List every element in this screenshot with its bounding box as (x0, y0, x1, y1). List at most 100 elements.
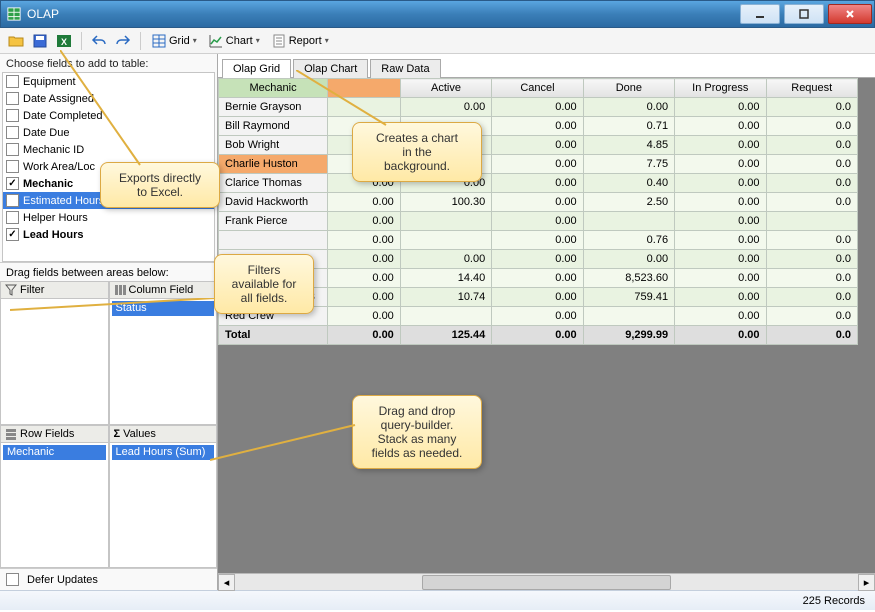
filter-area[interactable] (0, 299, 109, 425)
tab-olap-grid[interactable]: Olap Grid (222, 59, 291, 78)
row-label[interactable] (219, 250, 328, 269)
report-dropdown[interactable]: Report ▾ (268, 31, 333, 51)
row-label[interactable]: Red Crew (219, 307, 328, 326)
row-label[interactable]: Charlie Huston (219, 155, 328, 174)
field-checkbox[interactable] (6, 126, 19, 139)
grid-cell[interactable]: 0.0 (766, 136, 858, 155)
defer-updates-checkbox[interactable] (6, 573, 19, 586)
field-row[interactable]: Mechanic ID (3, 141, 214, 158)
field-row[interactable]: Work Area/Loc (3, 158, 214, 175)
undo-icon[interactable] (89, 31, 109, 51)
grid-cell[interactable] (328, 136, 401, 155)
grid-cell[interactable]: 0.00 (675, 155, 766, 174)
field-checkbox[interactable] (6, 92, 19, 105)
grid-cell[interactable] (400, 231, 491, 250)
grid-cell[interactable]: 0.00 (675, 231, 766, 250)
grid-cell[interactable] (328, 98, 401, 117)
field-checkbox[interactable] (6, 75, 19, 88)
grid-cell[interactable]: 0.0 (766, 155, 858, 174)
column-area[interactable]: Status (109, 299, 218, 425)
row-label[interactable]: Bernie Grayson (219, 98, 328, 117)
grid-cell[interactable]: 0.76 (583, 231, 674, 250)
grid-cell[interactable] (328, 155, 401, 174)
grid-cell[interactable]: 2.50 (583, 193, 674, 212)
grid-cell[interactable]: 0.00 (675, 136, 766, 155)
olap-grid[interactable]: MechanicActiveCancelDoneIn ProgressReque… (218, 78, 858, 345)
field-row[interactable]: Helper Hours (3, 209, 214, 226)
scroll-left-button[interactable]: ◂ (218, 574, 235, 591)
grid-cell[interactable]: 0.00 (675, 98, 766, 117)
grid-cell[interactable]: 0.00 (328, 307, 401, 326)
grid-cell[interactable]: 0.0 (766, 98, 858, 117)
grid-cell[interactable]: 0.00 (675, 117, 766, 136)
column-drop-zone[interactable] (328, 79, 401, 98)
field-checkbox[interactable]: ✓ (6, 228, 19, 241)
maximize-button[interactable] (784, 4, 824, 24)
field-checkbox[interactable]: ✓ (6, 177, 19, 190)
redo-icon[interactable] (113, 31, 133, 51)
grid-cell[interactable]: 0.00 (492, 155, 583, 174)
row-label[interactable] (219, 231, 328, 250)
grid-cell[interactable] (400, 212, 491, 231)
grid-cell[interactable]: 0.00 (492, 250, 583, 269)
grid-cell[interactable]: 0.00 (675, 250, 766, 269)
grid-cell[interactable]: 0.00 (328, 193, 401, 212)
mechanic-header[interactable]: Mechanic (219, 79, 328, 98)
grid-cell[interactable]: 0.0 (766, 117, 858, 136)
values-tag-leadhours[interactable]: Lead Hours (Sum) (112, 445, 215, 460)
grid-cell[interactable] (400, 136, 491, 155)
grid-cell[interactable]: 0.00 (492, 117, 583, 136)
grid-cell[interactable]: 0.00 (492, 136, 583, 155)
close-button[interactable] (828, 4, 872, 24)
grid-cell[interactable] (766, 212, 858, 231)
row-label[interactable]: Bill Raymond (219, 117, 328, 136)
grid-cell[interactable]: 0.00 (675, 212, 766, 231)
tab-raw-data[interactable]: Raw Data (370, 59, 440, 78)
grid-cell[interactable]: 4.85 (583, 136, 674, 155)
grid-cell[interactable]: 0.00 (675, 288, 766, 307)
grid-cell[interactable]: 14.40 (400, 269, 491, 288)
grid-cell[interactable]: 0.00 (675, 193, 766, 212)
grid-cell[interactable] (583, 307, 674, 326)
grid-dropdown[interactable]: Grid ▾ (148, 31, 201, 51)
field-checkbox[interactable] (6, 160, 19, 173)
grid-cell[interactable]: 0.00 (675, 269, 766, 288)
grid-cell[interactable]: 0.00 (492, 231, 583, 250)
grid-cell[interactable]: 0.00 (492, 193, 583, 212)
grid-cell[interactable]: 0.00 (492, 98, 583, 117)
row-tag-mechanic[interactable]: Mechanic (3, 445, 106, 460)
chart-dropdown[interactable]: Chart ▾ (205, 31, 264, 51)
column-header[interactable]: Done (583, 79, 674, 98)
field-row[interactable]: Date Completed (3, 107, 214, 124)
field-row[interactable]: Estimated Hours (3, 192, 214, 209)
grid-cell[interactable] (328, 117, 401, 136)
field-row[interactable]: Equipment (3, 73, 214, 90)
grid-cell[interactable]: 0.00 (492, 288, 583, 307)
column-header[interactable]: Active (400, 79, 491, 98)
values-area[interactable]: Lead Hours (Sum) (109, 443, 218, 569)
field-row[interactable]: ✓Mechanic (3, 175, 214, 192)
grid-cell[interactable]: 0.00 (400, 250, 491, 269)
grid-cell[interactable]: 0.00 (675, 307, 766, 326)
grid-cell[interactable]: 0.0 (766, 193, 858, 212)
grid-cell[interactable]: 0.00 (492, 212, 583, 231)
row-label[interactable]: Frank Pierce (219, 212, 328, 231)
grid-cell[interactable]: 100.30 (400, 193, 491, 212)
field-row[interactable]: Date Assigned (3, 90, 214, 107)
grid-cell[interactable]: 7.75 (583, 155, 674, 174)
minimize-button[interactable] (740, 4, 780, 24)
grid-cell[interactable]: 0.00 (328, 174, 401, 193)
column-header[interactable]: Request (766, 79, 858, 98)
grid-cell[interactable]: 0.00 (400, 98, 491, 117)
horizontal-scrollbar[interactable]: ◂ ▸ (218, 573, 875, 590)
grid-cell[interactable]: 0.0 (766, 250, 858, 269)
column-tag-status[interactable]: Status (112, 301, 215, 316)
save-icon[interactable] (30, 31, 50, 51)
open-icon[interactable] (6, 31, 26, 51)
row-label[interactable] (219, 269, 328, 288)
field-checkbox[interactable] (6, 109, 19, 122)
grid-cell[interactable]: 0.00 (400, 174, 491, 193)
grid-cell[interactable]: 0.00 (583, 98, 674, 117)
grid-cell[interactable]: 0.0 (766, 269, 858, 288)
field-list[interactable]: EquipmentDate AssignedDate CompletedDate… (2, 72, 215, 262)
